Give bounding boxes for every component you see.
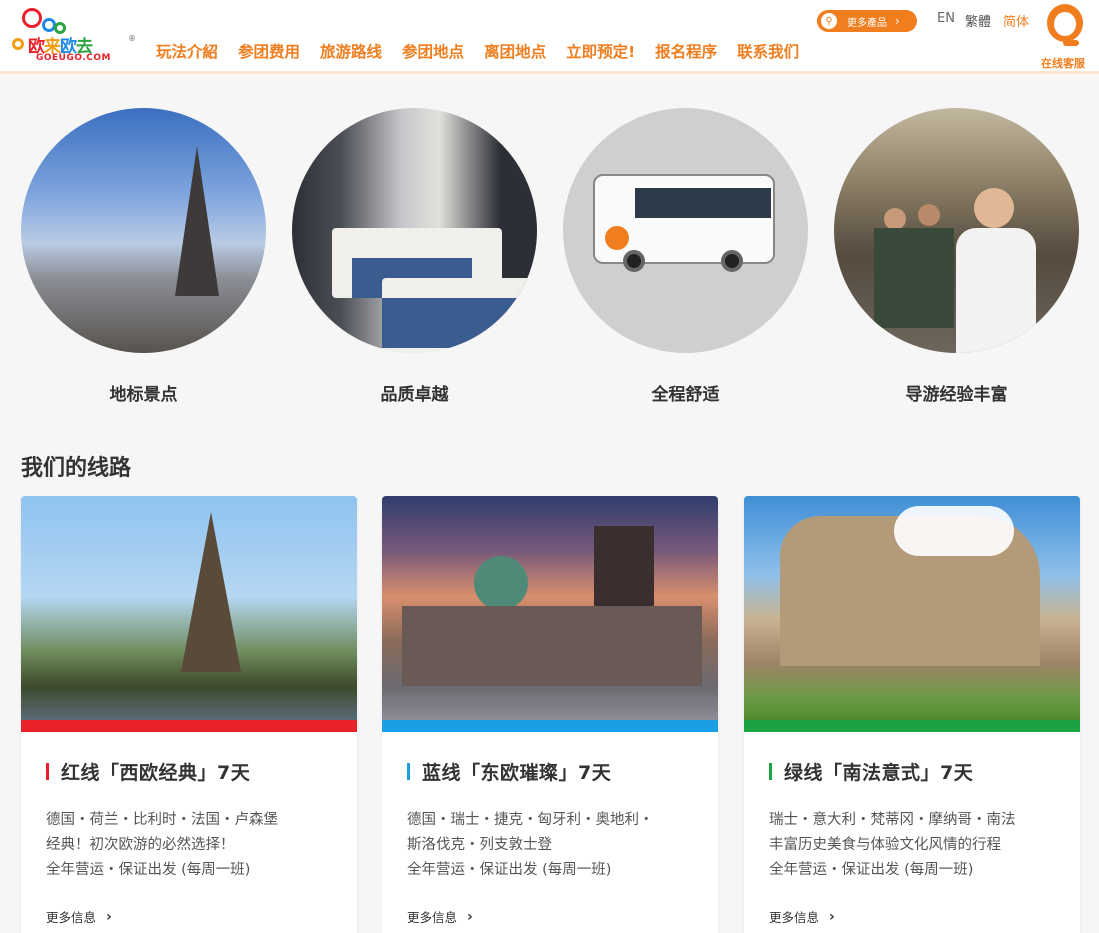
feature-image-eiffel [21, 108, 266, 353]
logo-ring-icon [22, 8, 42, 28]
nav-item-join-location[interactable]: 参团地点 [402, 40, 464, 62]
feature-label: 地标景点 [109, 385, 178, 405]
route-description: 德国・瑞士・捷克・匈牙利・奥地利・ 斯洛伐克・列支敦士登 全年营运・保证出发 (… [407, 812, 654, 878]
route-card-green[interactable]: 绿线「南法意式」7天 瑞士・意大利・梵蒂冈・摩纳哥・南法 丰富历史美食与体验文化… [744, 496, 1080, 933]
logo-ring-icon [12, 38, 24, 50]
feature-quality: 品质卓越 [292, 108, 537, 405]
feature-comfort: 全程舒适 [563, 108, 808, 405]
nav-item-leave-location[interactable]: 离团地点 [484, 40, 546, 62]
route-title: 红线「西欧经典」7天 [46, 758, 250, 785]
lang-en-link[interactable]: EN [937, 11, 955, 26]
feature-landmarks: 地标景点 [21, 108, 266, 405]
routes-section-title: 我们的线路 [21, 456, 132, 481]
customer-service-label[interactable]: 在线客服 [1041, 55, 1085, 71]
route-more-link[interactable]: 更多信息 › [769, 907, 835, 926]
route-marker [407, 763, 410, 780]
route-description: 德国・荷兰・比利时・法国・卢森堡 经典！初次欧游的必然选择！ 全年营运・保证出发… [46, 812, 278, 878]
route-description: 瑞士・意大利・梵蒂冈・摩纳哥・南法 丰富历史美食与体验文化风情的行程 全年营运・… [769, 812, 1016, 878]
route-photo-prague [382, 496, 718, 720]
nav-item-gameplay[interactable]: 玩法介紹 [156, 40, 218, 62]
feature-image-tour-group [834, 108, 1079, 353]
site-logo[interactable]: 欧来欧去 GOEUGO.COM ® [6, 4, 138, 68]
nav-item-contact[interactable]: 联系我们 [737, 40, 799, 62]
more-products-label: 更多產品 [847, 17, 887, 29]
nav-item-signup[interactable]: 报名程序 [655, 40, 717, 62]
route-title: 绿线「南法意式」7天 [769, 758, 973, 785]
route-marker [769, 763, 772, 780]
route-title: 蓝线「东欧璀璨」7天 [407, 758, 611, 785]
chevron-right-icon: › [895, 14, 900, 28]
feature-guides: 导游经验丰富 [834, 108, 1079, 405]
route-color-bar [382, 720, 718, 732]
feature-label: 品质卓越 [380, 385, 449, 405]
site-header: 欧来欧去 GOEUGO.COM ® 玩法介紹 参团费用 旅游路线 参团地点 离团… [0, 0, 1099, 74]
nav-item-book-now[interactable]: 立即预定! [566, 40, 635, 62]
nav-item-routes[interactable]: 旅游路线 [320, 40, 382, 62]
feature-image-hotel-room [292, 108, 537, 353]
route-more-link[interactable]: 更多信息 › [407, 907, 473, 926]
search-icon: ⚲ [821, 13, 837, 29]
main-nav: 玩法介紹 参团费用 旅游路线 参团地点 离团地点 立即预定! 报名程序 联系我们 [146, 40, 809, 62]
feature-label: 导游经验丰富 [905, 385, 1008, 405]
registered-mark: ® [128, 34, 136, 43]
feature-label: 全程舒适 [651, 385, 720, 405]
route-card-red[interactable]: 红线「西欧经典」7天 德国・荷兰・比利时・法国・卢森堡 经典！初次欧游的必然选择… [21, 496, 357, 933]
route-more-link[interactable]: 更多信息 › [46, 907, 112, 926]
customer-service-icon[interactable] [1041, 0, 1091, 52]
route-card-blue[interactable]: 蓝线「东欧璀璨」7天 德国・瑞士・捷克・匈牙利・奥地利・ 斯洛伐克・列支敦士登 … [382, 496, 718, 933]
more-products-button[interactable]: ⚲ 更多產品 › [817, 10, 917, 32]
logo-domain: GOEUGO.COM [36, 53, 111, 63]
lang-simplified-link[interactable]: 简体 [1003, 11, 1029, 30]
lang-traditional-link[interactable]: 繁體 [965, 11, 991, 30]
route-photo-colosseum [744, 496, 1080, 720]
route-color-bar [21, 720, 357, 732]
chevron-right-icon: › [829, 908, 835, 925]
chevron-right-icon: › [106, 908, 112, 925]
feature-image-coach-bus [563, 108, 808, 353]
route-marker [46, 763, 49, 780]
route-color-bar [744, 720, 1080, 732]
nav-item-fees[interactable]: 参团费用 [238, 40, 300, 62]
route-photo-paris [21, 496, 357, 720]
chevron-right-icon: › [467, 908, 473, 925]
